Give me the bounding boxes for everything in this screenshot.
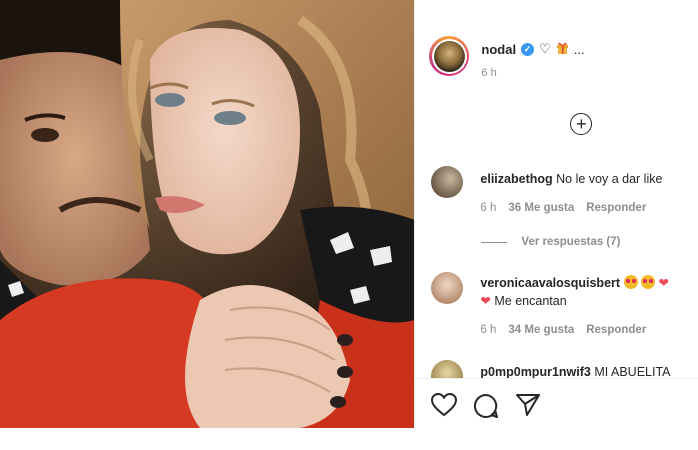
comment-avatar[interactable]	[431, 272, 464, 304]
comment-icon[interactable]	[473, 393, 499, 424]
heart-eyes-emoji-icon	[641, 275, 656, 289]
comment-time[interactable]: 6 h	[480, 202, 496, 214]
comment-meta: 6 h 34 Me gusta Responder	[480, 324, 693, 336]
comment-likes[interactable]: 34 Me gusta	[508, 324, 574, 336]
load-more-comments-icon[interactable]: +	[570, 113, 593, 135]
post-side-panel: nodal ✓ ♡ ... 6 h + eliizabethog No le v…	[414, 0, 698, 430]
view-replies-label: Ver respuestas (7)	[521, 236, 621, 248]
comment-likes[interactable]: 36 Me gusta	[508, 202, 574, 214]
replies-divider	[481, 241, 508, 243]
verified-badge-icon: ✓	[521, 42, 535, 56]
comment-username[interactable]: veronicaavalosquisbert	[480, 276, 620, 290]
heart-icon[interactable]	[431, 392, 458, 422]
send-plane-shape	[516, 394, 541, 416]
post-header: nodal ✓ ♡ ... 6 h	[429, 36, 585, 79]
comment-body: veronicaavalosquisbert ❤ ❤ Me encantan	[480, 272, 693, 310]
reply-button[interactable]: Responder	[586, 324, 646, 336]
comment-time[interactable]: 6 h	[480, 324, 496, 336]
comment-meta: 6 h 36 Me gusta Responder	[480, 202, 693, 214]
avatar-frame	[431, 38, 467, 74]
comment-avatar[interactable]	[431, 166, 464, 198]
comment-body: p0mp0mpur1nwif3 MI ABUELITA	[480, 360, 693, 378]
send-icon[interactable]	[515, 393, 541, 422]
caption-ellipsis: ...	[573, 41, 585, 57]
comment-item: p0mp0mpur1nwif3 MI ABUELITA	[431, 360, 693, 378]
author-row: nodal ✓ ♡ ...	[481, 41, 584, 57]
comment-username[interactable]: p0mp0mpur1nwif3	[480, 365, 590, 378]
comment-item: eliizabethog No le voy a dar like 6 h 36…	[431, 166, 693, 214]
gift-icon-shape	[556, 42, 568, 54]
comment-item: veronicaavalosquisbert ❤ ❤ Me encantan 6…	[431, 272, 693, 336]
red-heart-icon: ❤	[658, 276, 669, 290]
like-heart-shape	[431, 392, 458, 417]
comment-bubble-shape	[474, 393, 499, 418]
couple-selfie-image	[0, 0, 415, 428]
author-username[interactable]: nodal	[481, 42, 516, 57]
reply-button[interactable]: Responder	[586, 202, 646, 214]
comment-username[interactable]: eliizabethog	[480, 172, 552, 186]
author-avatar[interactable]	[429, 36, 470, 76]
post-photo[interactable]	[0, 0, 415, 428]
avatar-image	[433, 40, 465, 72]
instagram-post: nodal ✓ ♡ ... 6 h + eliizabethog No le v…	[0, 0, 698, 430]
comment-text: Me encantan	[494, 294, 567, 308]
comment-avatar[interactable]	[431, 360, 464, 378]
heart-eyes-emoji-icon	[623, 275, 638, 289]
comment-text: MI ABUELITA	[594, 365, 671, 378]
post-time: 6 h	[481, 67, 497, 79]
gift-icon	[556, 41, 569, 57]
comment-text: No le voy a dar like	[556, 172, 663, 186]
red-heart-icon: ❤	[480, 294, 491, 308]
caption-heart: ♡	[539, 41, 551, 56]
comment-body: eliizabethog No le voy a dar like	[480, 166, 693, 188]
view-replies[interactable]: Ver respuestas (7)	[481, 236, 621, 248]
header-text: nodal ✓ ♡ ... 6 h	[481, 41, 584, 79]
post-actions-bar	[415, 378, 698, 431]
